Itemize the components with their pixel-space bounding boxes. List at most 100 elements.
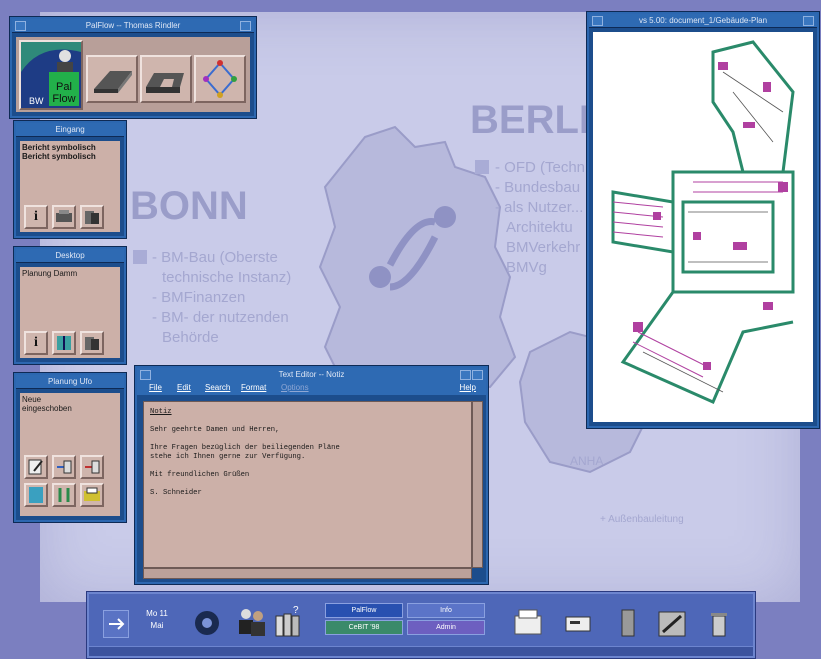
eingang-window[interactable]: Eingang Bericht symbolisch Bericht symbo… — [14, 121, 126, 238]
panel-subbar — [89, 646, 753, 656]
palflow-logo-button[interactable]: Pal Flow BW — [19, 40, 83, 110]
desktop-window[interactable]: Desktop Planung Damm i — [14, 247, 126, 364]
berlin-line-6: BMVg — [506, 259, 547, 276]
workspace-cebit[interactable]: CeBIT '98 — [325, 620, 403, 635]
horizontal-scrollbar[interactable] — [143, 568, 472, 579]
info-icon: i — [34, 335, 38, 350]
menu-search[interactable]: Search — [205, 383, 230, 392]
palflow-logo-icon: Pal Flow BW — [21, 49, 81, 108]
cad-titlebar[interactable]: vs 5.00: document_1/Gebäude-Plan — [589, 14, 817, 28]
cad-title: vs 5.00: document_1/Gebäude-Plan — [638, 16, 768, 25]
svg-text:BW: BW — [29, 96, 44, 106]
bonn-line-4: - BM- der nutzenden — [152, 309, 289, 326]
minimize-button[interactable] — [460, 370, 471, 380]
vertical-scrollbar[interactable] — [472, 401, 483, 568]
berlin-bullet — [475, 160, 489, 174]
sort-icon — [58, 488, 70, 502]
text-editor-window[interactable]: Text Editor -- Notiz File Edit Search Fo… — [135, 366, 488, 584]
ship-wheel-icon[interactable] — [189, 606, 225, 640]
forward-icon — [57, 460, 72, 474]
editor-line: S. Schneider — [150, 489, 202, 497]
print-button[interactable] — [80, 483, 104, 507]
eingang-item-1[interactable]: Bericht symbolisch — [22, 143, 96, 152]
folder-icon — [85, 337, 99, 350]
text-editor-titlebar[interactable]: Text Editor -- Notiz — [137, 368, 486, 382]
transfer-icon — [56, 210, 72, 222]
arrow-right-icon — [109, 618, 125, 630]
bonn-line-3: - BMFinanzen — [152, 289, 246, 306]
front-panel: Mo 11 Mai ? PalFlow Info CeBIT '98 Admin — [87, 592, 755, 658]
editor-line: Notiz — [150, 408, 172, 416]
text-editor-content[interactable]: Notiz Sehr geehrte Damen und Herren, Ihre … — [143, 401, 472, 568]
berlin-line-5: BMVerkehr — [506, 239, 581, 256]
reply-icon — [85, 460, 100, 474]
bonn-title: BONN — [130, 184, 248, 228]
minimize-button[interactable] — [240, 21, 251, 31]
menu-help[interactable]: Help — [460, 383, 476, 392]
workspace-admin[interactable]: Admin — [407, 620, 485, 635]
bonn-line-5: Behörde — [162, 329, 219, 346]
info-button[interactable]: i — [24, 331, 48, 355]
sort-button[interactable] — [52, 483, 76, 507]
desktop-titlebar[interactable]: Desktop — [16, 249, 124, 263]
planung-item-2[interactable]: eingeschoben — [22, 404, 72, 413]
window-menu-button[interactable] — [140, 370, 151, 380]
menu-bar: File Edit Search Format Options Help — [137, 381, 486, 395]
archive-button[interactable] — [24, 483, 48, 507]
svg-text:?: ? — [293, 605, 299, 616]
printer-icon[interactable] — [511, 606, 545, 640]
berlin-line-4: Architektu — [506, 219, 573, 236]
planung-item-1[interactable]: Neue — [22, 395, 41, 404]
mail-icon[interactable] — [563, 612, 593, 634]
book-button[interactable] — [52, 331, 76, 355]
reply-button[interactable] — [80, 455, 104, 479]
workspace-info[interactable]: Info — [407, 603, 485, 618]
berlin-line-2: - Bundesbau — [495, 179, 581, 196]
menu-edit[interactable]: Edit — [177, 383, 191, 392]
archive-icon — [29, 487, 43, 503]
window-menu-button[interactable] — [592, 16, 603, 26]
planung-window[interactable]: Planung Ufo Neue eingeschoben — [14, 373, 126, 522]
calendar-widget[interactable]: Mo 11 Mai — [139, 608, 175, 632]
cad-viewer-window[interactable]: vs 5.00: document_1/Gebäude-Plan — [587, 12, 819, 428]
bonn-bullet — [133, 250, 147, 264]
editor-line: Mit freundlichen Grüßen — [150, 471, 250, 479]
palflow-titlebar[interactable]: PalFlow -- Thomas Rindler — [12, 19, 254, 33]
menu-file[interactable]: File — [149, 383, 162, 392]
folder-button[interactable] — [80, 205, 104, 229]
style-manager-icon[interactable] — [655, 606, 689, 640]
editor-line: Sehr geehrte Damen und Herren, — [150, 426, 280, 434]
maximize-button[interactable] — [472, 370, 483, 380]
window-menu-button[interactable] — [15, 21, 26, 31]
region-label: ANHA — [570, 454, 604, 468]
users-icon[interactable] — [234, 604, 268, 640]
eingang-titlebar[interactable]: Eingang — [16, 123, 124, 137]
stapler-tool-button[interactable] — [140, 55, 192, 103]
forward-button[interactable] — [52, 455, 76, 479]
floor-plan-drawing[interactable] — [593, 32, 813, 424]
trash-icon[interactable] — [617, 606, 639, 640]
workspace-palflow[interactable]: PalFlow — [325, 603, 403, 618]
maximize-button[interactable] — [803, 16, 814, 26]
planung-title: Planung Ufo — [47, 377, 93, 386]
menu-format[interactable]: Format — [241, 383, 266, 392]
edit-button[interactable] — [24, 455, 48, 479]
exit-arrow-button[interactable] — [103, 610, 129, 638]
eraser-tool-button[interactable] — [86, 55, 138, 103]
trash-can-icon[interactable] — [707, 608, 731, 640]
desktop-item-1[interactable]: Planung Damm — [22, 269, 77, 278]
menu-options[interactable]: Options — [281, 383, 309, 392]
folder-icon — [85, 211, 99, 224]
help-books-icon[interactable]: ? — [273, 604, 303, 640]
svg-text:Pal: Pal — [56, 81, 72, 93]
planung-titlebar[interactable]: Planung Ufo — [16, 375, 124, 389]
info-button[interactable]: i — [24, 205, 48, 229]
palflow-window[interactable]: PalFlow -- Thomas Rindler Pal Flow BW — [10, 17, 256, 118]
transfer-button[interactable] — [52, 205, 76, 229]
workflow-diagram-button[interactable] — [194, 55, 246, 103]
book-icon — [57, 336, 71, 350]
folder-button[interactable] — [80, 331, 104, 355]
eingang-title: Eingang — [55, 125, 85, 134]
eingang-item-2[interactable]: Bericht symbolisch — [22, 152, 96, 161]
